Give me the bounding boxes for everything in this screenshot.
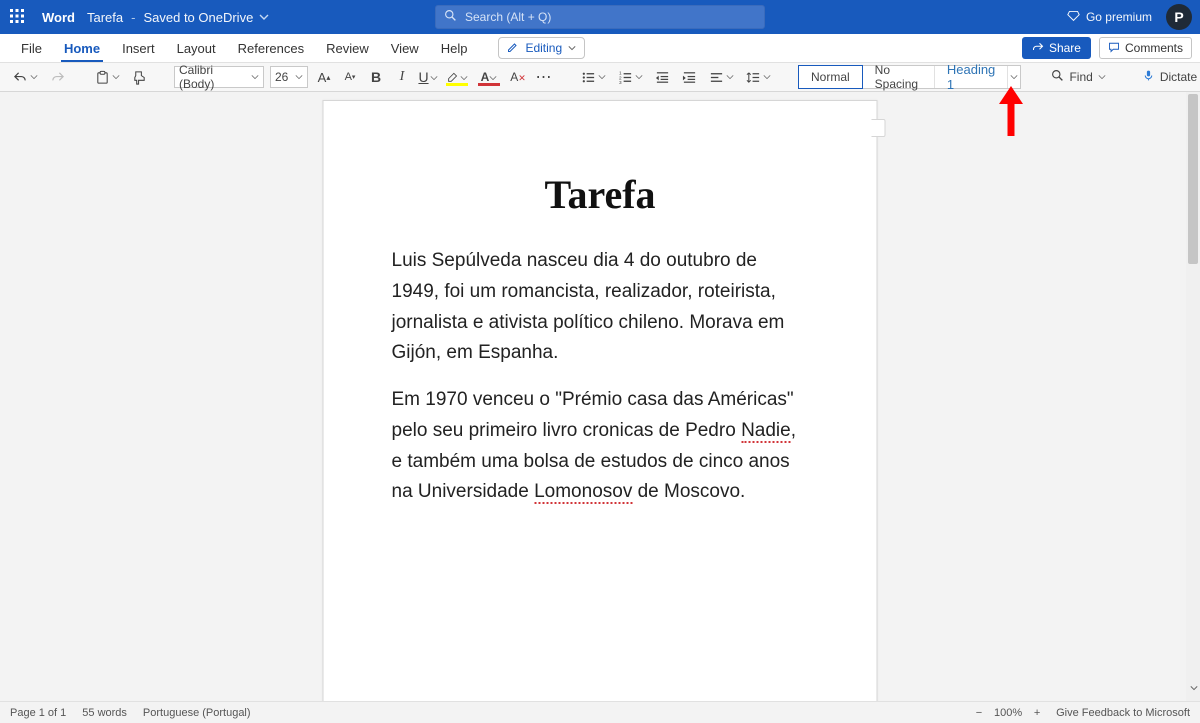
app-launcher-button[interactable] <box>0 0 34 34</box>
search-icon <box>444 9 457 25</box>
document-body[interactable]: Luis Sepúlveda nasceu dia 4 do outubro d… <box>392 246 809 508</box>
style-no-spacing[interactable]: No Spacing <box>863 66 935 88</box>
tab-layout[interactable]: Layout <box>166 34 227 62</box>
menu-bar: File Home Insert Layout References Revie… <box>0 34 1200 62</box>
share-button[interactable]: Share <box>1022 37 1091 59</box>
clear-formatting-button[interactable]: A✕ <box>508 67 528 87</box>
save-status: Saved to OneDrive <box>143 10 253 25</box>
style-normal[interactable]: Normal <box>798 65 863 89</box>
line-spacing-button[interactable] <box>743 68 774 87</box>
increase-font-button[interactable]: A▴ <box>314 67 334 87</box>
paragraph[interactable]: Em 1970 venceu o "Prémio casa das Améric… <box>392 385 809 508</box>
feedback-link[interactable]: Give Feedback to Microsoft <box>1056 707 1190 719</box>
chevron-down-icon <box>430 69 438 85</box>
word-count[interactable]: 55 words <box>82 707 127 719</box>
status-bar: Page 1 of 1 55 words Portuguese (Portuga… <box>0 701 1200 723</box>
search-input[interactable]: Search (Alt + Q) <box>435 5 765 29</box>
tab-review[interactable]: Review <box>315 34 380 62</box>
ellipsis-icon: ⋯ <box>532 67 557 87</box>
svg-text:3: 3 <box>619 80 622 85</box>
search-icon <box>1051 69 1064 85</box>
underline-button[interactable]: U <box>418 67 438 87</box>
microphone-icon <box>1142 69 1155 85</box>
document-canvas: Tarefa Luis Sepúlveda nasceu dia 4 do ou… <box>0 92 1200 701</box>
undo-button[interactable] <box>10 68 41 87</box>
styles-gallery[interactable]: Normal No Spacing Heading 1 <box>798 65 1021 89</box>
styles-expand-button[interactable] <box>1008 66 1020 88</box>
find-button[interactable]: Find <box>1045 69 1111 85</box>
italic-button[interactable]: I <box>392 67 412 87</box>
share-icon <box>1032 41 1044 56</box>
paste-button[interactable] <box>92 68 123 87</box>
page[interactable]: Tarefa Luis Sepúlveda nasceu dia 4 do ou… <box>323 100 878 701</box>
chevron-down-icon <box>295 70 303 84</box>
dictate-button[interactable]: Dictate <box>1136 69 1200 85</box>
chevron-down-icon <box>251 70 259 84</box>
chevron-down-icon <box>259 10 269 25</box>
tab-insert[interactable]: Insert <box>111 34 166 62</box>
decrease-font-button[interactable]: A▾ <box>340 67 360 87</box>
chevron-down-icon <box>726 70 734 84</box>
spelling-error[interactable]: Nadie <box>741 420 791 443</box>
tab-view[interactable]: View <box>380 34 430 62</box>
separator: - <box>131 10 135 25</box>
increase-indent-button[interactable] <box>679 68 700 87</box>
chevron-down-icon <box>1098 70 1106 84</box>
chevron-down-icon <box>598 70 606 84</box>
document-heading[interactable]: Tarefa <box>392 171 809 218</box>
document-name: Tarefa <box>87 10 123 25</box>
diamond-icon <box>1067 9 1080 25</box>
ribbon-collapse-button[interactable] <box>1190 679 1198 697</box>
spelling-error[interactable]: Lomonosov <box>534 481 632 504</box>
format-painter-button[interactable] <box>129 68 150 87</box>
bullets-button[interactable] <box>578 68 609 87</box>
comment-icon <box>1108 41 1120 56</box>
search-placeholder: Search (Alt + Q) <box>465 10 551 24</box>
app-name: Word <box>42 10 75 25</box>
vertical-scrollbar[interactable] <box>1186 92 1200 701</box>
style-heading-1[interactable]: Heading 1 <box>935 66 1008 88</box>
font-name-select[interactable]: Calibri (Body) <box>174 66 264 88</box>
chevron-down-icon <box>763 70 771 84</box>
title-bar: Word Tarefa - Saved to OneDrive Search (… <box>0 0 1200 34</box>
zoom-in-button[interactable]: + <box>1030 707 1044 719</box>
ruler-toggle[interactable] <box>872 119 886 137</box>
bold-button[interactable]: B <box>366 67 386 87</box>
more-font-options-button[interactable]: ⋯ <box>534 67 554 87</box>
highlight-color-button[interactable] <box>444 67 470 87</box>
waffle-icon <box>9 8 25 27</box>
align-left-button[interactable] <box>706 68 737 87</box>
page-info[interactable]: Page 1 of 1 <box>10 707 66 719</box>
comments-button[interactable]: Comments <box>1099 37 1192 59</box>
paragraph[interactable]: Luis Sepúlveda nasceu dia 4 do outubro d… <box>392 246 809 369</box>
scrollbar-thumb[interactable] <box>1188 94 1198 264</box>
ribbon-toolbar: Calibri (Body) 26 A▴ A▾ B I U A A✕ ⋯ 123… <box>0 62 1200 92</box>
font-size-select[interactable]: 26 <box>270 66 308 88</box>
go-premium-button[interactable]: Go premium <box>1067 9 1152 25</box>
font-color-button[interactable]: A <box>476 67 502 87</box>
chevron-down-icon <box>30 70 38 84</box>
account-avatar[interactable]: P <box>1166 4 1192 30</box>
tab-help[interactable]: Help <box>430 34 479 62</box>
zoom-level[interactable]: 100% <box>994 707 1022 719</box>
language-indicator[interactable]: Portuguese (Portugal) <box>143 707 251 719</box>
tab-file[interactable]: File <box>10 34 53 62</box>
tab-home[interactable]: Home <box>53 34 111 62</box>
decrease-indent-button[interactable] <box>652 68 673 87</box>
zoom-out-button[interactable]: − <box>972 707 986 719</box>
chevron-down-icon <box>635 70 643 84</box>
chevron-down-icon <box>1010 70 1018 84</box>
pencil-icon <box>507 41 519 56</box>
redo-button[interactable] <box>47 68 68 87</box>
chevron-down-icon <box>112 70 120 84</box>
tab-references[interactable]: References <box>227 34 315 62</box>
chevron-down-icon <box>568 41 576 55</box>
numbering-button[interactable]: 123 <box>615 68 646 87</box>
editing-mode-button[interactable]: Editing <box>498 37 585 59</box>
document-title-group[interactable]: Tarefa - Saved to OneDrive <box>87 10 269 25</box>
chevron-down-icon <box>1190 679 1198 696</box>
